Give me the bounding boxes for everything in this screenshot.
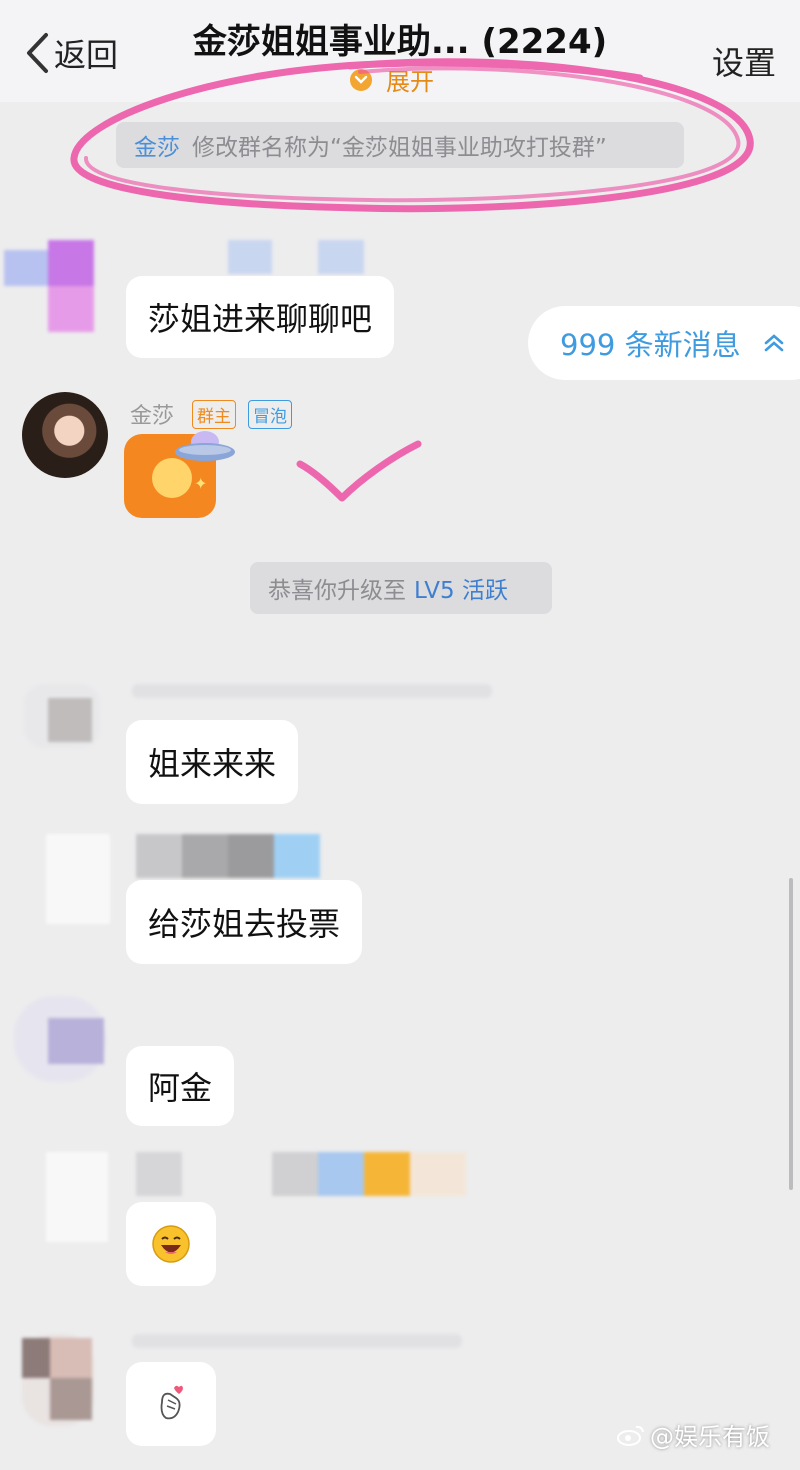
emoji-message[interactable] (126, 1362, 216, 1446)
avatar-blurred[interactable] (46, 834, 110, 924)
sender-name-blurred (228, 240, 272, 274)
sender-name: 金莎 (130, 404, 175, 429)
avatar-blurred[interactable] (4, 240, 94, 334)
levelup-prefix: 恭喜你升级至 (268, 578, 406, 604)
avatar-blurred[interactable] (14, 996, 106, 1082)
avatar-blurred[interactable] (22, 1334, 94, 1426)
new-messages-label: 999 条新消息 (560, 328, 741, 362)
levelup-level[interactable]: LV5 活跃 (414, 571, 508, 605)
avatar-blurred[interactable] (46, 1152, 108, 1242)
sender-name-blurred (132, 1334, 462, 1348)
sender-name-blurred (136, 834, 320, 878)
finger-heart-icon (160, 1385, 183, 1420)
bubble-badge: 冒泡 (248, 400, 292, 429)
sender-name-blurred (136, 1152, 466, 1196)
weibo-icon (617, 1425, 644, 1446)
chevron-left-icon (27, 33, 48, 73)
avatar-blurred[interactable] (24, 684, 100, 748)
ufo-icon (175, 431, 235, 461)
sparkle-icon: ✦ (194, 474, 208, 493)
sender-name-blurred (132, 684, 492, 698)
message-bubble[interactable]: 莎姐进来聊聊吧 (126, 276, 395, 358)
watermark: @娱乐有饭 (616, 1417, 770, 1452)
new-messages-button[interactable]: 999 条新消息 (528, 306, 800, 380)
sender-name-blurred (318, 240, 364, 274)
scrollbar[interactable] (789, 878, 793, 1190)
message-bubble[interactable]: 姐来来来 (126, 720, 299, 804)
avatar-jinsha[interactable] (22, 392, 108, 478)
highlight-ellipse (70, 58, 754, 213)
laughing-emoji-icon (152, 1225, 190, 1263)
watermark-text: @娱乐有饭 (650, 1423, 770, 1451)
highlight-checkmark (296, 440, 422, 502)
message-bubble[interactable]: 阿金 (126, 1046, 235, 1126)
levelup-notice: 恭喜你升级至 LV5 活跃 (250, 562, 552, 614)
double-chevron-up-icon (764, 334, 783, 352)
emoji-message[interactable] (126, 1202, 216, 1286)
message-bubble[interactable]: 给莎姐去投票 (126, 880, 363, 964)
